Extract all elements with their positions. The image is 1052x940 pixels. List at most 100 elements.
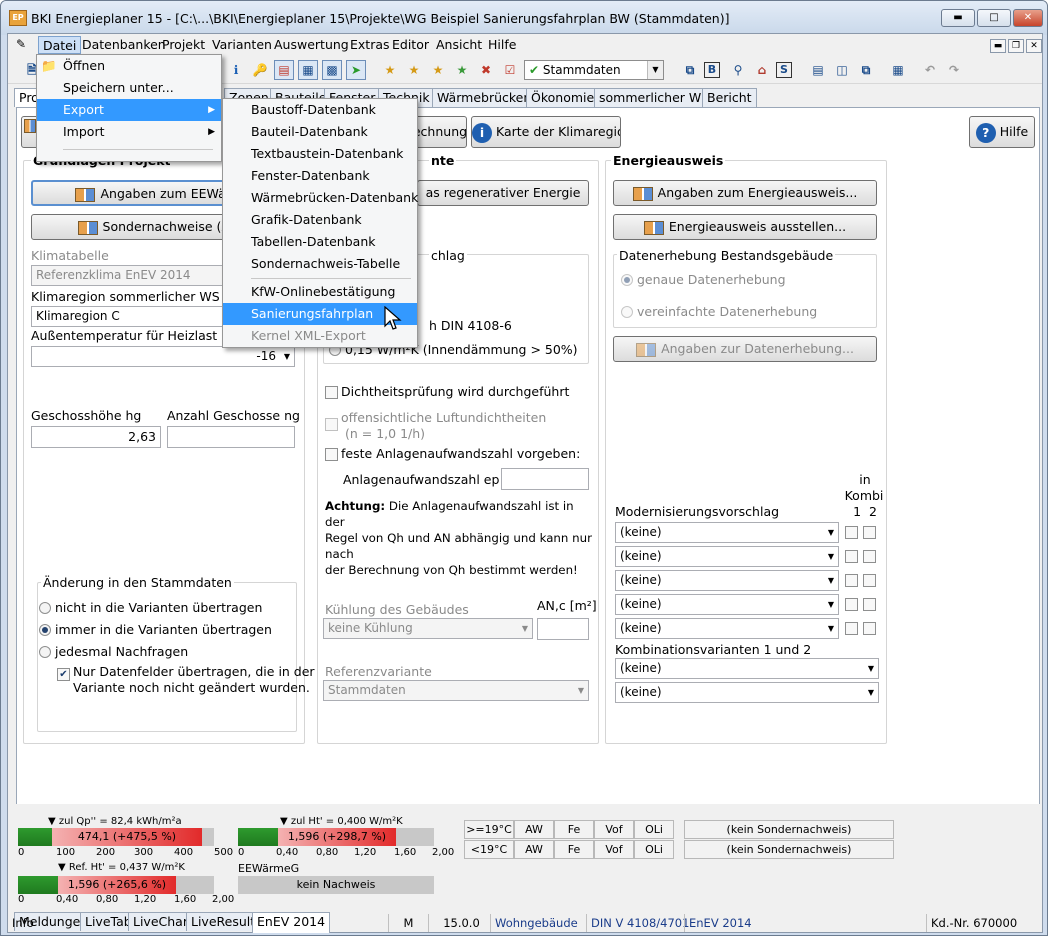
export-sondernachweis[interactable]: Sondernachweis-Tabelle (223, 253, 417, 275)
menu-datenbanken[interactable]: Datenbanken (78, 36, 170, 54)
menu-datei[interactable]: Datei (38, 36, 82, 54)
menu-export[interactable]: Export ▶ (37, 99, 221, 121)
modernisierung-select-2[interactable]: (keine) ▼ (615, 546, 839, 567)
tab-oekonomie[interactable]: Ökonomie (526, 88, 600, 107)
export-kfw[interactable]: KfW-Onlinebestätigung (223, 281, 417, 303)
mdi-minimize-button[interactable]: ▬ (990, 39, 1006, 53)
grid-icon[interactable]: ▩ (322, 60, 342, 80)
variant-copy-icon[interactable]: ★ (404, 60, 424, 80)
dichtheit-checkbox[interactable] (325, 386, 338, 399)
kombi2-checkbox-1[interactable] (863, 526, 876, 539)
tab-enev-2014[interactable]: EnEV 2014 (252, 912, 331, 933)
minimize-button[interactable]: ▬ (941, 9, 975, 27)
tab-bericht[interactable]: Bericht (702, 88, 757, 107)
layout4-icon[interactable]: ▦ (888, 60, 908, 80)
mdi-restore-button[interactable]: ❐ (1008, 39, 1024, 53)
export-baustoff[interactable]: Baustoff-Datenbank (223, 99, 417, 121)
export-bauteil[interactable]: Bauteil-Datenbank (223, 121, 417, 143)
kombi1-checkbox-5[interactable] (845, 622, 858, 635)
export-tabellen[interactable]: Tabellen-Datenbank (223, 231, 417, 253)
kombi1-checkbox-1[interactable] (845, 526, 858, 539)
angaben-energieausweis-button[interactable]: Angaben zum Energieausweis... (613, 180, 877, 206)
kuehlung-select[interactable]: keine Kühlung ▼ (323, 618, 533, 639)
variant-up-icon[interactable]: ★ (428, 60, 448, 80)
menu-varianten[interactable]: Varianten (208, 36, 276, 54)
ref-scale-0: 0 (18, 894, 25, 905)
export-waermebruecken[interactable]: Wärmebrücken-Datenbank (223, 187, 418, 209)
menu-hilfe[interactable]: Hilfe (484, 36, 520, 54)
nur-datenfelder-checkbox[interactable]: ✔ (57, 668, 70, 681)
modernisierung-select-4[interactable]: (keine) ▼ (615, 594, 839, 615)
geschosshoehe-input[interactable]: 2,63 (31, 426, 161, 448)
an-c-input[interactable] (537, 618, 589, 640)
kombi2-checkbox-5[interactable] (863, 622, 876, 635)
menu-speichern-unter[interactable]: Speichern unter... (37, 77, 221, 99)
energieausweis-ausstellen-button[interactable]: Energieausweis ausstellen... (613, 214, 877, 240)
variant-new-icon[interactable]: ★ (380, 60, 400, 80)
redo-icon[interactable]: ↷ (944, 60, 964, 80)
variant-add-icon[interactable]: ★ (452, 60, 472, 80)
run-icon[interactable]: ➤ (346, 60, 366, 80)
home-icon[interactable]: ⌂ (752, 60, 772, 80)
search-icon[interactable]: ⚲ (728, 60, 748, 80)
kombi1-checkbox-2[interactable] (845, 550, 858, 563)
tab-sommerlicher-ws[interactable]: sommerlicher WS (594, 88, 715, 107)
menu-editor[interactable]: Editor (388, 36, 433, 54)
key-icon[interactable]: 🔑 (250, 60, 270, 80)
tab-waermebruecken[interactable]: Wärmebrücken (432, 88, 537, 107)
angaben-datenerhebung-button[interactable]: Angaben zur Datenerhebung... (613, 336, 877, 362)
kombi1-checkbox-3[interactable] (845, 574, 858, 587)
radio-jedesmal[interactable] (39, 646, 51, 658)
layout1-icon[interactable]: ▤ (808, 60, 828, 80)
layout3-icon[interactable]: ⧉ (856, 60, 876, 80)
kombi-select-2[interactable]: (keine) ▼ (615, 682, 879, 703)
klimaregion-select[interactable]: Klimaregion C (31, 306, 231, 327)
maximize-button[interactable]: □ (977, 9, 1011, 27)
table-icon[interactable]: ▦ (298, 60, 318, 80)
undo-icon[interactable]: ↶ (920, 60, 940, 80)
close-button[interactable]: ✕ (1013, 9, 1043, 27)
aussentemperatur-select[interactable]: -16 ▼ (31, 346, 295, 367)
export-grafik[interactable]: Grafik-Datenbank (223, 209, 417, 231)
copy-icon[interactable]: ⧉ (680, 60, 700, 80)
info-icon[interactable]: ℹ (226, 60, 246, 80)
radio-genau[interactable] (621, 274, 633, 286)
kombi2-checkbox-3[interactable] (863, 574, 876, 587)
kombi1-checkbox-4[interactable] (845, 598, 858, 611)
anzahl-geschosse-input[interactable] (167, 426, 295, 448)
export-fenster[interactable]: Fenster-Datenbank (223, 165, 417, 187)
radio-vereinfacht[interactable] (621, 306, 633, 318)
menu-ansicht[interactable]: Ansicht (432, 36, 486, 54)
menu-auswertung[interactable]: Auswertung (270, 36, 353, 54)
modernisierung-select-1[interactable]: (keine) ▼ (615, 522, 839, 543)
menu-import[interactable]: Import ▶ (37, 121, 221, 143)
s-icon[interactable]: S (776, 62, 792, 78)
radio-nicht-uebertragen[interactable] (39, 602, 51, 614)
export-textbaustein[interactable]: Textbaustein-Datenbank (223, 143, 417, 165)
variant-check-icon[interactable]: ☑ (500, 60, 520, 80)
klimaregionen-button[interactable]: i Karte der Klimaregionen (471, 116, 621, 148)
kombi2-checkbox-4[interactable] (863, 598, 876, 611)
kombi-select-1[interactable]: (keine) ▼ (615, 658, 879, 679)
feste-anlagen-checkbox[interactable] (325, 448, 338, 461)
document-icon[interactable]: ✎ (16, 37, 34, 53)
regenerativ-button[interactable]: as regenerativer Energie (417, 180, 589, 206)
kombi2-checkbox-2[interactable] (863, 550, 876, 563)
anlagenaufwandszahl-input[interactable] (501, 468, 589, 490)
menu-extras[interactable]: Extras (346, 36, 394, 54)
menu-oeffnen[interactable]: 📁 Öffnen (37, 55, 221, 77)
mdi-close-button[interactable]: ✕ (1026, 39, 1042, 53)
ref-limit-label: ▼ Ref. Ht' = 0,437 W/m²K (58, 862, 185, 873)
bar-chart-icon[interactable]: ▤ (274, 60, 294, 80)
variant-select[interactable]: ✔ Stammdaten ▼ (524, 60, 664, 80)
variant-delete-icon[interactable]: ✖ (476, 60, 496, 80)
bold-icon[interactable]: B (704, 62, 720, 78)
luftundicht-checkbox[interactable] (325, 418, 338, 431)
layout2-icon[interactable]: ◫ (832, 60, 852, 80)
modernisierung-select-5[interactable]: (keine) ▼ (615, 618, 839, 639)
modernisierung-select-3[interactable]: (keine) ▼ (615, 570, 839, 591)
radio-immer-uebertragen[interactable] (39, 624, 51, 636)
menu-projekt[interactable]: Projekt (158, 36, 209, 54)
referenzvariante-select[interactable]: Stammdaten ▼ (323, 680, 589, 701)
hilfe-button[interactable]: ? Hilfe (969, 116, 1035, 148)
